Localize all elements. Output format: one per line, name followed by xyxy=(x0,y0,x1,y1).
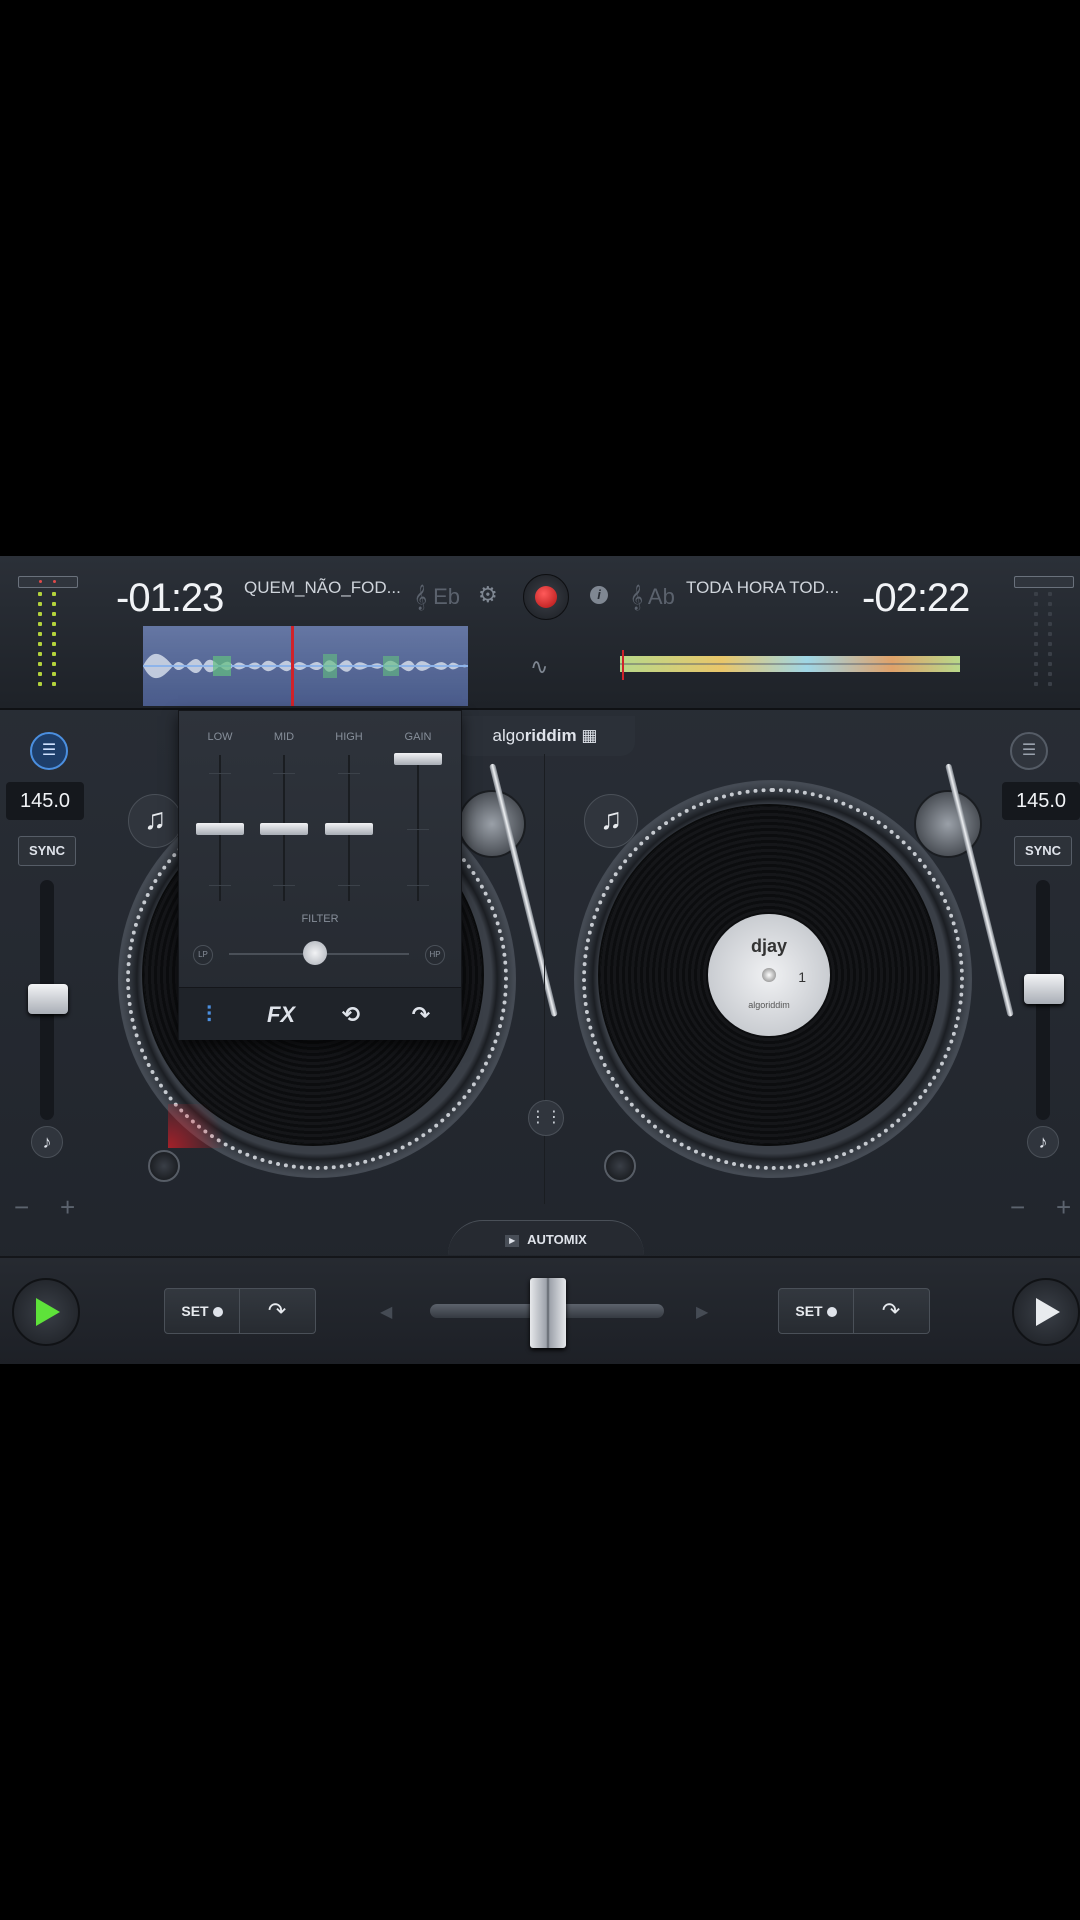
right-platter-knob[interactable] xyxy=(604,1150,636,1182)
left-add-track-icon[interactable]: ♫ xyxy=(128,794,182,848)
automix-button[interactable]: ▶ AUTOMIX xyxy=(448,1220,644,1255)
left-key: 𝄞 Eb xyxy=(414,584,461,609)
algoriddim-logo: algoriddim ▦ xyxy=(455,716,635,756)
right-waveform[interactable] xyxy=(620,644,960,684)
left-platter-knob[interactable] xyxy=(148,1150,180,1182)
fx-tab[interactable]: FX xyxy=(261,1000,301,1030)
left-music-note-icon[interactable]: ♪ xyxy=(31,1126,63,1158)
left-play-button[interactable] xyxy=(12,1278,80,1346)
vu-meter-right xyxy=(1014,576,1080,696)
right-music-note-icon[interactable]: ♪ xyxy=(1027,1126,1059,1158)
left-sync-button[interactable]: SYNC xyxy=(18,836,76,866)
left-set-cue-button[interactable]: SET xyxy=(165,1289,240,1333)
waveform-icon[interactable]: ∿ xyxy=(530,654,548,680)
info-icon[interactable]: i xyxy=(590,586,608,604)
right-time-remaining: -02:22 xyxy=(862,576,970,620)
record-button[interactable] xyxy=(523,574,569,620)
left-minus-button[interactable]: − xyxy=(14,1192,29,1223)
right-add-track-icon[interactable]: ♫ xyxy=(584,794,638,848)
vu-meter-left xyxy=(18,576,90,696)
crossfader-handle[interactable] xyxy=(530,1278,566,1348)
eq-label-gain: GAIN xyxy=(404,731,432,743)
left-pitch-handle[interactable] xyxy=(28,984,68,1014)
filter-label: FILTER xyxy=(301,913,339,925)
left-time-remaining: -01:23 xyxy=(116,576,224,620)
xfade-left-arrow-icon[interactable]: ◀ xyxy=(380,1302,392,1322)
transport-bar: SET ↷ ◀ ▶ SET ↷ xyxy=(0,1256,1080,1364)
eq-panel: LOW MID HIGH GAIN FILTER LP HP ⫶ FX ⟲ ↷ xyxy=(178,710,462,1040)
right-track-title[interactable]: TODA HORA TOD... xyxy=(686,578,839,598)
header-bar: -01:23 QUEM_NÃO_FOD... 𝄞 Eb ⚙ i 𝄞 Ab TOD… xyxy=(0,556,1080,710)
skip-icon[interactable]: ↷ xyxy=(401,1000,441,1030)
right-playhead xyxy=(622,650,624,680)
eq-high-handle[interactable] xyxy=(325,823,373,835)
lp-button[interactable]: LP xyxy=(193,945,213,965)
right-bpm[interactable]: 145.0 xyxy=(1002,782,1080,820)
left-cue-indicator xyxy=(168,1104,238,1148)
eq-panel-tabs: ⫶ FX ⟲ ↷ xyxy=(179,987,461,1040)
left-cue-group: SET ↷ xyxy=(164,1288,316,1334)
automix-play-icon: ▶ xyxy=(505,1234,520,1247)
eq-low-handle[interactable] xyxy=(196,823,244,835)
right-cue-group: SET ↷ xyxy=(778,1288,930,1334)
right-jump-icon[interactable]: ↷ xyxy=(854,1289,928,1333)
djay-app: -01:23 QUEM_NÃO_FOD... 𝄞 Eb ⚙ i 𝄞 Ab TOD… xyxy=(0,556,1080,1364)
right-eq-toggle-icon[interactable]: ☰ xyxy=(1010,732,1048,770)
eq-toggle-icon[interactable]: ☰ xyxy=(30,732,68,770)
hp-button[interactable]: HP xyxy=(425,945,445,965)
left-waveform[interactable] xyxy=(143,626,468,706)
left-jump-icon[interactable]: ↷ xyxy=(240,1289,314,1333)
right-sync-button[interactable]: SYNC xyxy=(1014,836,1072,866)
right-set-cue-button[interactable]: SET xyxy=(779,1289,854,1333)
grid-icon[interactable]: ⋮⋮ xyxy=(528,1100,564,1136)
right-minus-button[interactable]: − xyxy=(1010,1192,1025,1223)
eq-gain-track[interactable] xyxy=(417,755,419,901)
right-plus-button[interactable]: + xyxy=(1056,1192,1071,1223)
left-playhead xyxy=(291,626,294,706)
eq-label-high: HIGH xyxy=(335,731,363,743)
left-bpm[interactable]: 145.0 xyxy=(6,782,84,820)
eq-gain-handle[interactable] xyxy=(394,753,442,765)
filter-knob[interactable] xyxy=(303,941,327,965)
left-plus-button[interactable]: + xyxy=(60,1192,75,1223)
right-pitch-handle[interactable] xyxy=(1024,974,1064,1004)
gear-icon[interactable]: ⚙ xyxy=(478,582,498,608)
eq-label-mid: MID xyxy=(273,731,295,743)
xfade-right-arrow-icon[interactable]: ▶ xyxy=(696,1302,708,1322)
eq-label-low: LOW xyxy=(207,731,233,743)
eq-sliders-icon[interactable]: ⫶ xyxy=(189,1000,229,1030)
eq-mid-handle[interactable] xyxy=(260,823,308,835)
loop-icon[interactable]: ⟲ xyxy=(331,1000,371,1030)
right-key: 𝄞 Ab xyxy=(630,584,675,609)
left-track-title[interactable]: QUEM_NÃO_FOD... xyxy=(244,578,401,598)
right-play-button[interactable] xyxy=(1012,1278,1080,1346)
